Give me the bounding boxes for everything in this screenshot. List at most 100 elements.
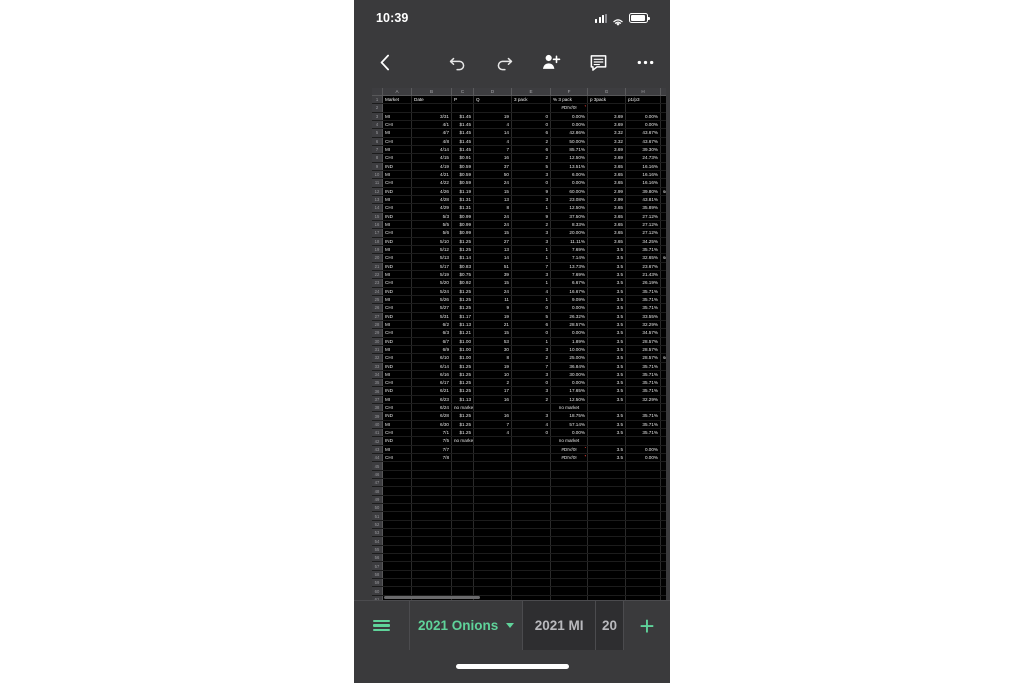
- cell-E37[interactable]: 2: [512, 395, 551, 404]
- cell-D5[interactable]: 14: [474, 129, 512, 137]
- cell-I47[interactable]: [661, 479, 666, 486]
- table-row[interactable]: 34 MI 6/16 $1.25 10 3 30.00% 3.5 35.71%: [372, 370, 666, 380]
- cell-E19[interactable]: 1: [512, 245, 551, 254]
- cell-A26[interactable]: CHI: [383, 304, 412, 312]
- cell-H22[interactable]: 21.43%: [626, 270, 661, 279]
- cell-D56[interactable]: [474, 554, 512, 562]
- row-header-41[interactable]: 41: [372, 429, 383, 437]
- cell-E10[interactable]: 3: [512, 170, 551, 179]
- row-header-52[interactable]: 52: [372, 520, 383, 529]
- cell-G50[interactable]: [588, 504, 626, 512]
- sheet-tab-partial[interactable]: 20: [596, 601, 624, 650]
- cell-A32[interactable]: CHI: [383, 354, 412, 362]
- cell-G18[interactable]: 3.65: [588, 237, 626, 245]
- cell-I43[interactable]: [661, 446, 666, 453]
- cell-B20[interactable]: 5/13: [412, 254, 452, 262]
- cell-G13[interactable]: 2.99: [588, 195, 626, 204]
- cell-D35[interactable]: 2: [474, 379, 512, 387]
- table-row[interactable]: 1 Market Date P Q 3 pack% 3 pack p 3pack p1/p3: [372, 96, 666, 105]
- cell-G53[interactable]: [588, 529, 626, 537]
- cell-C44[interactable]: [452, 454, 474, 462]
- cell-B10[interactable]: 4/21: [412, 170, 452, 179]
- cell-A11[interactable]: CHI: [383, 179, 412, 187]
- cell-E17[interactable]: 3: [512, 229, 551, 237]
- cell-E36[interactable]: 3: [512, 387, 551, 395]
- cell-F7[interactable]: 85.71%: [551, 145, 588, 154]
- cell-H29[interactable]: 34.57%: [626, 329, 661, 337]
- cell-D47[interactable]: [474, 479, 512, 487]
- table-row[interactable]: 48: [372, 487, 666, 496]
- cell-G48[interactable]: [588, 487, 626, 495]
- cell-D53[interactable]: [474, 529, 512, 537]
- row-header-14[interactable]: 14: [372, 204, 383, 212]
- cell-E50[interactable]: [512, 504, 551, 512]
- cell-G45[interactable]: [588, 462, 626, 470]
- cell-D48[interactable]: [474, 487, 512, 495]
- row-header-20[interactable]: 20: [372, 254, 383, 262]
- cell-E47[interactable]: [512, 479, 551, 487]
- cell-D29[interactable]: 15: [474, 329, 512, 337]
- row-header-44[interactable]: 44: [372, 454, 383, 462]
- cell-H11[interactable]: 16.16%: [626, 179, 661, 187]
- cell-C24[interactable]: $1.25: [452, 287, 474, 295]
- cell-B59[interactable]: [412, 579, 452, 587]
- cell-I59[interactable]: [661, 579, 666, 586]
- cell-B56[interactable]: [412, 554, 452, 562]
- cell-I7[interactable]: [661, 146, 666, 153]
- cell-B3[interactable]: 3/31: [412, 112, 452, 120]
- cell-C15[interactable]: $0.99: [452, 212, 474, 220]
- cell-B17[interactable]: 5/6: [412, 229, 452, 237]
- cell-G19[interactable]: 3.5: [588, 245, 626, 254]
- cell-E59[interactable]: [512, 579, 551, 587]
- cell-E9[interactable]: 5: [512, 162, 551, 170]
- cell-E33[interactable]: 7: [512, 362, 551, 370]
- cell-I60[interactable]: [661, 587, 666, 594]
- row-header-5[interactable]: 5: [372, 129, 383, 137]
- table-row[interactable]: 59: [372, 579, 666, 588]
- cell-F17[interactable]: 20.00%: [551, 229, 588, 237]
- column-header-c[interactable]: C: [452, 88, 474, 95]
- table-row[interactable]: 22 MI 5/19 $0.75 39 3 7.69% 3.5 21.43%: [372, 270, 666, 280]
- row-header-43[interactable]: 43: [372, 445, 383, 454]
- cell-B16[interactable]: 5/5: [412, 220, 452, 229]
- cell-H43[interactable]: 0.00%: [626, 445, 661, 454]
- cell-E42[interactable]: [512, 437, 551, 445]
- cell-C48[interactable]: [452, 487, 474, 495]
- cell-A19[interactable]: MI: [383, 245, 412, 254]
- cell-G33[interactable]: 3.5: [588, 362, 626, 370]
- cell-E57[interactable]: [512, 562, 551, 570]
- cell-G30[interactable]: 3.5: [588, 337, 626, 345]
- cell-H6[interactable]: 43.67%: [626, 137, 661, 145]
- cell-B41[interactable]: 7/1: [412, 429, 452, 437]
- cell-I4[interactable]: [661, 121, 666, 128]
- back-button[interactable]: [370, 47, 400, 77]
- cell-A35[interactable]: CHI: [383, 379, 412, 387]
- spreadsheet-grid[interactable]: ABCDEFGHI 1MarketDatePQ3 pack% 3 packp 3…: [372, 88, 666, 600]
- column-header-i[interactable]: I: [661, 88, 666, 95]
- cell-G56[interactable]: [588, 554, 626, 562]
- cell-B54[interactable]: [412, 537, 452, 545]
- row-header-13[interactable]: 13: [372, 195, 383, 204]
- redo-button[interactable]: [491, 49, 517, 75]
- column-header-e[interactable]: E: [512, 88, 551, 95]
- cell-F31[interactable]: 10.00%: [551, 345, 588, 354]
- cell-B52[interactable]: [412, 520, 452, 529]
- cell-D18[interactable]: 27: [474, 237, 512, 245]
- cell-D15[interactable]: 24: [474, 212, 512, 220]
- cell-C57[interactable]: [452, 562, 474, 570]
- row-header-7[interactable]: 7: [372, 145, 383, 154]
- cell-D2[interactable]: [474, 104, 512, 112]
- cell-H13[interactable]: 43.81%: [626, 195, 661, 204]
- cell-H1[interactable]: p1/p3: [626, 96, 661, 104]
- cell-G17[interactable]: 3.65: [588, 229, 626, 237]
- cell-F42[interactable]: no market: [551, 437, 588, 445]
- cell-E14[interactable]: 1: [512, 204, 551, 212]
- table-row[interactable]: 58: [372, 570, 666, 580]
- cell-G39[interactable]: 3.5: [588, 412, 626, 420]
- cell-G36[interactable]: 3.5: [588, 387, 626, 395]
- row-header-36[interactable]: 36: [372, 387, 383, 395]
- cell-C13[interactable]: $1.31: [452, 195, 474, 204]
- cell-E45[interactable]: [512, 462, 551, 470]
- cell-I10[interactable]: [661, 171, 666, 178]
- horizontal-scrollbar[interactable]: [384, 596, 480, 599]
